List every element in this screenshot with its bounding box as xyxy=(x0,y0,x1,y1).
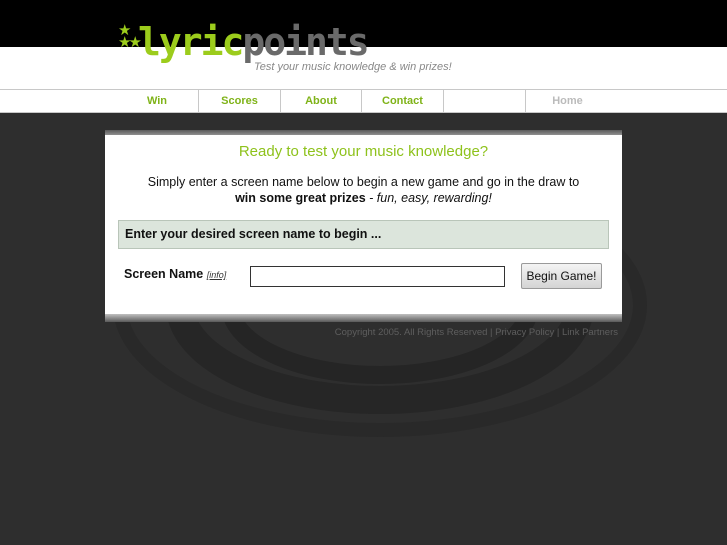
nav-about[interactable]: About xyxy=(281,90,362,112)
footer: Copyright 2005. All Rights Reserved | Pr… xyxy=(105,327,618,338)
intro-text: Simply enter a screen name below to begi… xyxy=(105,174,622,206)
nav-scores[interactable]: Scores xyxy=(199,90,281,112)
nav-win[interactable]: Win xyxy=(116,90,199,112)
nav-bar: Win Scores About Contact Home xyxy=(0,89,727,113)
intro-line: Simply enter a screen name below to begi… xyxy=(147,175,580,189)
logo-lyric: lyric xyxy=(138,20,244,64)
privacy-policy-link[interactable]: Privacy Policy xyxy=(495,327,554,338)
intro-bold: win some great prizes xyxy=(235,191,366,205)
main-panel: Ready to test your music knowledge? Simp… xyxy=(105,135,622,315)
screen-name-input[interactable] xyxy=(250,266,505,287)
tagline: Test your music knowledge & win prizes! xyxy=(254,61,452,73)
instruction-box: Enter your desired screen name to begin … xyxy=(118,220,609,249)
nav-home[interactable]: Home xyxy=(525,90,609,112)
footer-separator: | xyxy=(487,327,496,338)
intro-italic: - fun, easy, rewarding! xyxy=(365,191,492,205)
logo-points: points xyxy=(242,20,369,64)
nav-contact[interactable]: Contact xyxy=(362,90,444,112)
panel-bottom-edge xyxy=(105,314,622,322)
begin-game-button[interactable]: Begin Game! xyxy=(521,263,602,289)
screen-name-label-text: Screen Name xyxy=(124,267,204,281)
screen-name-label: Screen Name [info] xyxy=(124,267,226,281)
panel-heading: Ready to test your music knowledge? xyxy=(238,143,489,160)
star-cluster-icon: ★ ★★ xyxy=(118,21,142,51)
link-partners-link[interactable]: Link Partners xyxy=(562,327,618,338)
logo-text: lyricpoints xyxy=(138,20,370,64)
footer-separator: | xyxy=(554,327,563,338)
info-link[interactable]: [info] xyxy=(207,270,227,280)
copyright-text: Copyright 2005. All Rights Reserved xyxy=(334,327,488,338)
